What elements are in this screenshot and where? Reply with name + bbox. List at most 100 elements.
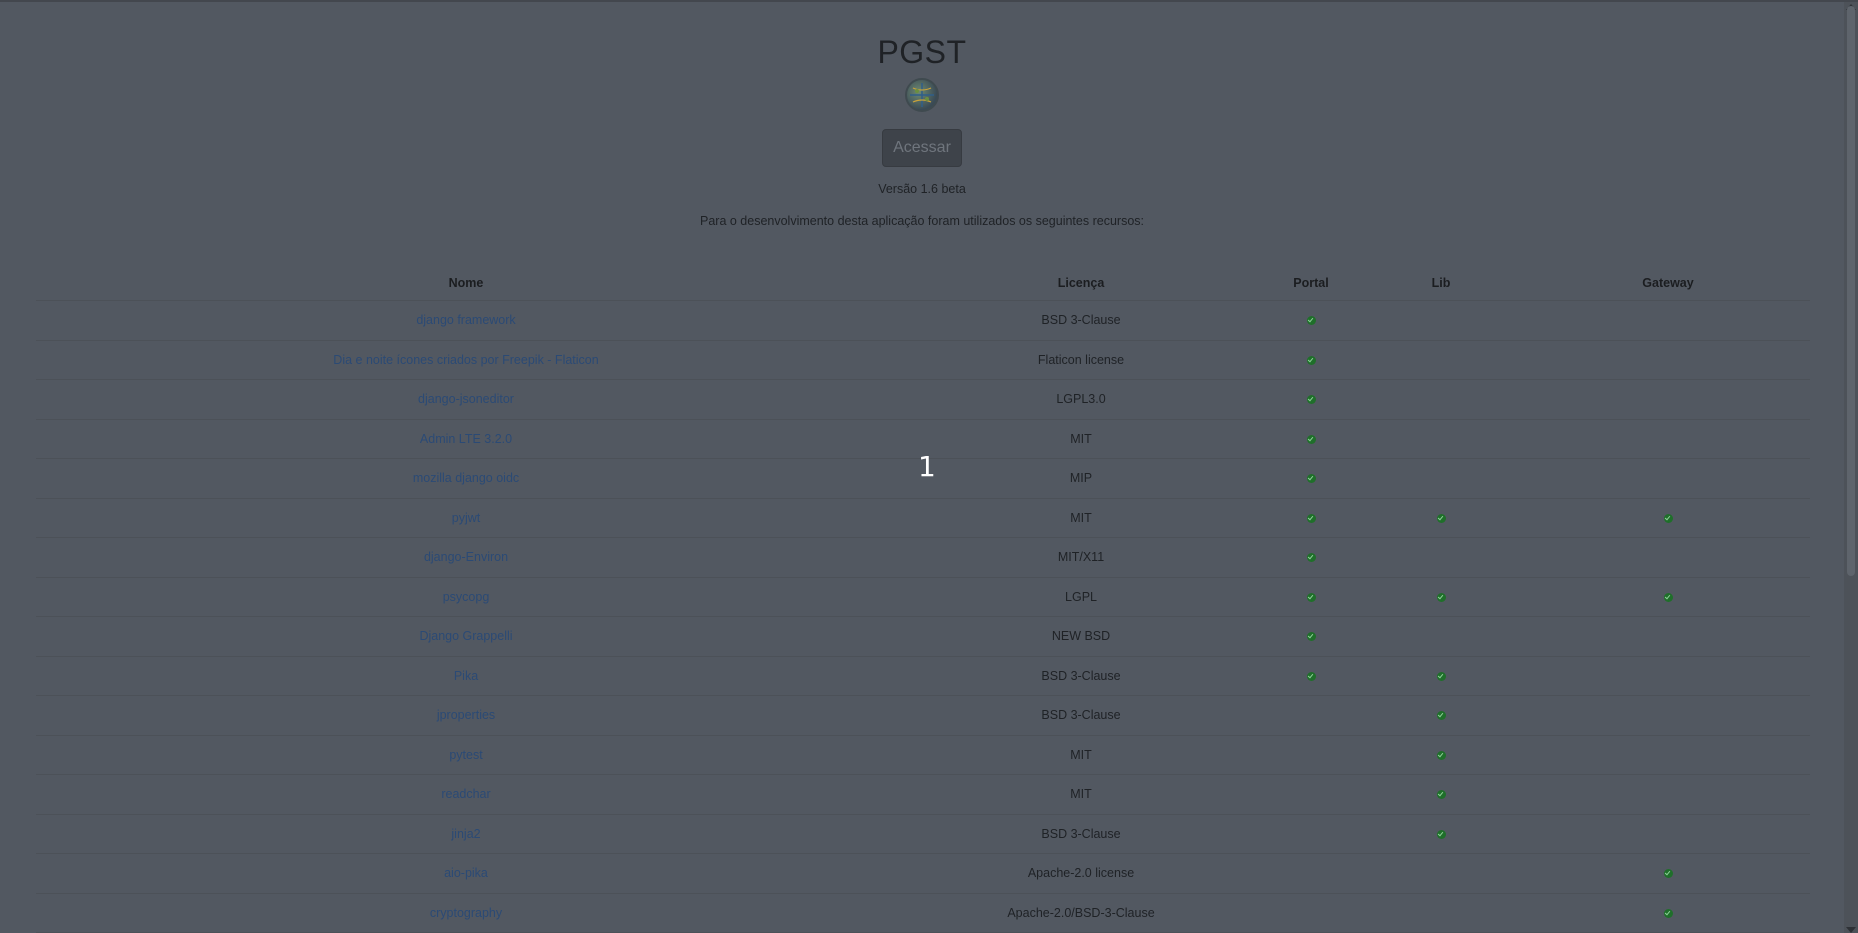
cell-license: LGPL — [896, 577, 1266, 617]
resource-link[interactable]: Dia e noite ícones criados por Freepik -… — [333, 353, 598, 367]
cell-license: BSD 3-Clause — [896, 814, 1266, 854]
cell-lib — [1356, 774, 1526, 815]
cell-lib — [1356, 300, 1526, 341]
check-circle-icon — [1306, 316, 1316, 326]
cell-license: Apache-2.0/BSD-3-Clause — [896, 893, 1266, 933]
check-circle-icon — [1306, 395, 1316, 405]
check-circle-icon — [1436, 592, 1446, 602]
cell-license: MIT — [896, 774, 1266, 815]
cell-portal — [1266, 656, 1356, 696]
cell-lib — [1356, 419, 1526, 459]
table-row: Django Grappelli NEW BSD — [36, 616, 1810, 657]
table-header-row: Nome Licença Portal Lib Gateway — [36, 266, 1810, 301]
overlay-number: 1 — [918, 450, 936, 483]
cell-lib — [1356, 616, 1526, 657]
column-header-name: Nome — [36, 266, 896, 301]
version-text: Versão 1.6 beta — [878, 182, 966, 196]
check-circle-icon — [1663, 908, 1673, 918]
resources-table: Nome Licença Portal Lib Gateway django f… — [36, 266, 1810, 933]
cell-portal — [1266, 695, 1356, 736]
cell-name: pytest — [36, 735, 896, 775]
resource-link[interactable]: readchar — [441, 787, 490, 801]
scrollbar-thumb[interactable] — [1847, 6, 1855, 576]
cell-gateway — [1526, 853, 1810, 894]
cell-name: pyjwt — [36, 498, 896, 538]
cell-name: Dia e noite ícones criados por Freepik -… — [36, 340, 896, 380]
check-circle-icon — [1306, 553, 1316, 563]
resource-link[interactable]: mozilla django oidc — [413, 471, 519, 485]
cell-license: MIT — [896, 498, 1266, 538]
cell-license: Flaticon license — [896, 340, 1266, 380]
resource-link[interactable]: Admin LTE 3.2.0 — [420, 432, 512, 446]
cell-lib — [1356, 537, 1526, 578]
cell-gateway — [1526, 814, 1810, 854]
cell-name: readchar — [36, 774, 896, 815]
cell-gateway — [1526, 340, 1810, 380]
table-row: Pika BSD 3-Clause — [36, 656, 1810, 696]
cell-lib — [1356, 577, 1526, 617]
cell-gateway — [1526, 419, 1810, 459]
cell-gateway — [1526, 300, 1810, 341]
check-circle-icon — [1436, 829, 1446, 839]
cell-portal — [1266, 735, 1356, 775]
cell-name: jproperties — [36, 695, 896, 736]
resource-link[interactable]: jproperties — [437, 708, 495, 722]
cell-name: Admin LTE 3.2.0 — [36, 419, 896, 459]
vertical-scrollbar[interactable] — [1844, 2, 1858, 933]
cell-lib — [1356, 498, 1526, 538]
check-circle-icon — [1306, 474, 1316, 484]
cell-name: jinja2 — [36, 814, 896, 854]
cell-gateway — [1526, 774, 1810, 815]
column-header-license: Licença — [896, 266, 1266, 301]
check-circle-icon — [1306, 355, 1316, 365]
column-header-lib: Lib — [1356, 266, 1526, 301]
cell-name: aio-pika — [36, 853, 896, 894]
cell-name: django-Environ — [36, 537, 896, 578]
resource-link[interactable]: pyjwt — [452, 511, 480, 525]
table-row: Dia e noite ícones criados por Freepik -… — [36, 340, 1810, 380]
resource-link[interactable]: django-jsoneditor — [418, 392, 514, 406]
app-title: PGST — [877, 34, 967, 70]
cell-portal — [1266, 853, 1356, 894]
check-circle-icon — [1436, 790, 1446, 800]
table-row: jproperties BSD 3-Clause — [36, 695, 1810, 736]
resource-link[interactable]: aio-pika — [444, 866, 488, 880]
resource-link[interactable]: jinja2 — [451, 827, 480, 841]
cell-license: BSD 3-Clause — [896, 300, 1266, 341]
resource-link[interactable]: psycopg — [443, 590, 490, 604]
resource-link[interactable]: django framework — [416, 313, 515, 327]
cell-lib — [1356, 735, 1526, 775]
resource-link[interactable]: cryptography — [430, 906, 502, 920]
resource-link[interactable]: django-Environ — [424, 550, 508, 564]
cell-lib — [1356, 379, 1526, 420]
globe-logo-icon — [905, 78, 939, 112]
resource-link[interactable]: Django Grappelli — [419, 629, 512, 643]
check-circle-icon — [1663, 869, 1673, 879]
cell-gateway — [1526, 735, 1810, 775]
cell-gateway — [1526, 458, 1810, 499]
check-circle-icon — [1306, 671, 1316, 681]
cell-gateway — [1526, 577, 1810, 617]
cell-portal — [1266, 893, 1356, 933]
check-circle-icon — [1306, 434, 1316, 444]
check-circle-icon — [1306, 513, 1316, 523]
table-row: django-Environ MIT/X11 — [36, 537, 1810, 578]
check-circle-icon — [1436, 671, 1446, 681]
cell-name: Pika — [36, 656, 896, 696]
resource-link[interactable]: pytest — [449, 748, 482, 762]
resource-link[interactable]: Pika — [454, 669, 478, 683]
cell-license: MIP — [896, 458, 1266, 499]
cell-license: MIT — [896, 735, 1266, 775]
cell-license: BSD 3-Clause — [896, 695, 1266, 736]
cell-gateway — [1526, 616, 1810, 657]
cell-lib — [1356, 814, 1526, 854]
cell-name: psycopg — [36, 577, 896, 617]
cell-portal — [1266, 340, 1356, 380]
access-button[interactable]: Acessar — [882, 129, 962, 167]
table-row: pytest MIT — [36, 735, 1810, 775]
cell-gateway — [1526, 537, 1810, 578]
cell-portal — [1266, 379, 1356, 420]
table-row: pyjwt MIT — [36, 498, 1810, 538]
scroll-down-icon[interactable] — [1846, 927, 1856, 933]
cell-name: django framework — [36, 300, 896, 341]
